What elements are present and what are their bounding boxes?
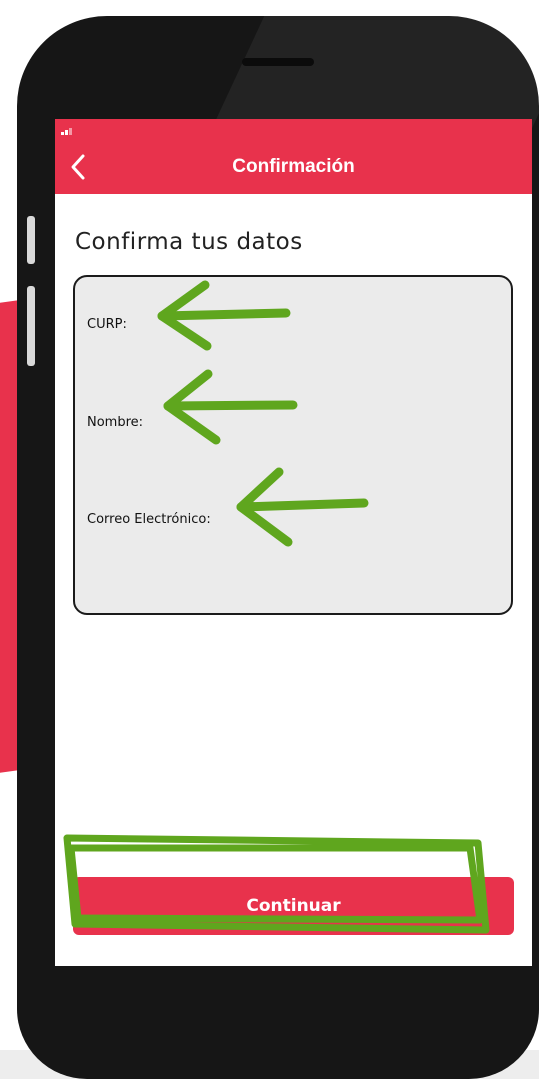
page-title: Confirmación [232, 155, 355, 177]
continue-button[interactable]: Continuar [73, 877, 514, 935]
name-label: Nombre: [87, 415, 144, 430]
phone-mockup: Confirmación Confirma tus datos CURP: No… [17, 16, 539, 1079]
user-data-card: CURP: Nombre: Correo Electrónico: [73, 275, 513, 615]
section-title: Confirma tus datos [75, 229, 303, 255]
phone-side-button [27, 286, 35, 366]
navigation-bar: Confirmación [55, 139, 532, 194]
app-screen: Confirmación Confirma tus datos CURP: No… [55, 119, 532, 966]
curp-label: CURP: [87, 317, 127, 332]
back-button[interactable] [67, 153, 91, 181]
signal-icon [61, 125, 75, 135]
phone-side-button [27, 216, 35, 264]
chevron-left-icon [71, 154, 85, 180]
screenshot-stage: Confirmación Confirma tus datos CURP: No… [0, 0, 539, 1079]
status-bar [55, 119, 532, 139]
phone-speaker [242, 58, 314, 66]
email-label: Correo Electrónico: [87, 512, 211, 527]
